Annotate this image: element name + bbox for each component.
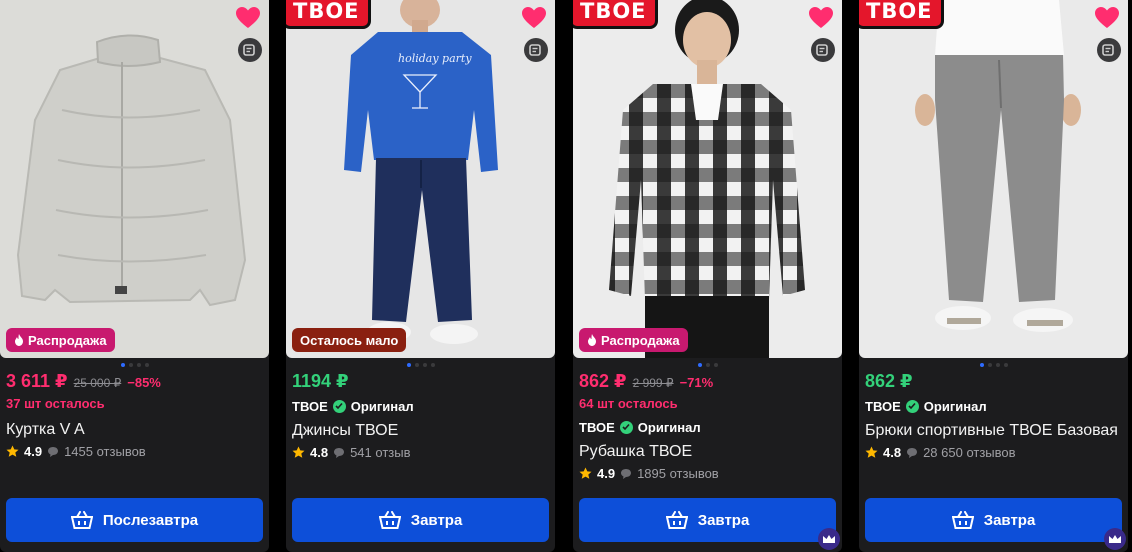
- star-icon: [292, 446, 305, 458]
- star-icon: [579, 467, 592, 479]
- rating-score: 4.8: [883, 445, 902, 460]
- brand-name[interactable]: ТВОЕ: [865, 399, 901, 414]
- photo-pagination: [573, 363, 842, 367]
- basket-icon: [70, 511, 93, 529]
- basket-icon: [951, 511, 974, 529]
- product-photo[interactable]: ТВОЕ Распродажа: [573, 0, 842, 358]
- product-info: 862 ₽ 2 999 ₽ −71% 64 шт осталось ТВОЕ О…: [579, 371, 836, 481]
- photo-pagination: [286, 363, 555, 367]
- rating-row: 4.8 541 отзыв: [292, 445, 549, 460]
- buy-button[interactable]: Завтра: [865, 498, 1122, 542]
- product-photo[interactable]: Распродажа: [0, 0, 269, 358]
- product-photo[interactable]: holiday party ТВОЕ Осталось мало: [286, 0, 555, 358]
- current-price: 1194 ₽: [292, 371, 349, 391]
- price-row: 1194 ₽: [292, 371, 549, 393]
- similar-search-icon[interactable]: [524, 38, 548, 62]
- reviews-count[interactable]: 541 отзыв: [350, 445, 410, 460]
- product-photo[interactable]: ТВОЕ: [859, 0, 1128, 358]
- original-label: Оригинал: [350, 398, 414, 414]
- rating-score: 4.9: [597, 466, 616, 481]
- product-title[interactable]: Джинсы ТВОЕ: [292, 419, 549, 442]
- favorite-heart-icon[interactable]: [808, 6, 834, 30]
- product-info: 1194 ₽ ТВОЕ Оригинал Джинсы ТВОЕ 4.8 541…: [292, 371, 549, 460]
- star-icon: [6, 445, 19, 457]
- fire-icon: [587, 334, 597, 346]
- buy-button[interactable]: Послезавтра: [6, 498, 263, 542]
- basket-icon: [665, 511, 688, 529]
- current-price: 862 ₽: [865, 371, 913, 391]
- product-title[interactable]: Куртка V A: [6, 418, 263, 441]
- delivery-label: Завтра: [983, 511, 1036, 529]
- sale-badge: Распродажа: [6, 328, 115, 352]
- current-price: 3 611 ₽: [6, 371, 68, 391]
- similar-search-icon[interactable]: [1097, 38, 1121, 62]
- product-card[interactable]: ТВОЕ 862 ₽ ТВОЕ Оригинал Брюки спортивны…: [859, 0, 1128, 552]
- reviews-count[interactable]: 1455 отзывов: [64, 444, 146, 459]
- product-info: 862 ₽ ТВОЕ Оригинал Брюки спортивные ТВО…: [865, 371, 1122, 460]
- rating-row: 4.8 28 650 отзывов: [865, 445, 1122, 460]
- brand-name[interactable]: ТВОЕ: [579, 420, 615, 435]
- product-card[interactable]: holiday party ТВОЕ Осталось мало 1194 ₽ …: [286, 0, 555, 552]
- brand-tag: ТВОЕ: [859, 0, 944, 29]
- rating-score: 4.9: [24, 444, 43, 459]
- price-row: 862 ₽ 2 999 ₽ −71%: [579, 371, 836, 393]
- chat-bubble-icon: [621, 468, 632, 479]
- chat-bubble-icon: [334, 447, 345, 458]
- favorite-heart-icon[interactable]: [235, 6, 261, 30]
- delivery-label: Послезавтра: [102, 511, 199, 529]
- crown-icon: [818, 528, 840, 550]
- brand-original-row: ТВОЕ Оригинал: [865, 397, 1122, 415]
- fire-icon: [14, 334, 24, 346]
- star-icon: [865, 446, 878, 458]
- crown-icon: [1104, 528, 1126, 550]
- original-label: Оригинал: [637, 419, 701, 435]
- original-label: Оригинал: [923, 398, 987, 414]
- product-title[interactable]: Брюки спортивные ТВОЕ Базовая: [865, 419, 1122, 442]
- product-info: 3 611 ₽ 25 000 ₽ −85% 37 шт осталось Кур…: [6, 371, 263, 459]
- brand-original-row: ТВОЕ Оригинал: [579, 418, 836, 436]
- discount: −71%: [679, 375, 714, 390]
- product-card[interactable]: Распродажа 3 611 ₽ 25 000 ₽ −85% 37 шт о…: [0, 0, 269, 552]
- stock-left: 37 шт осталось: [6, 396, 105, 411]
- price-row: 3 611 ₽ 25 000 ₽ −85%: [6, 371, 263, 393]
- chat-bubble-icon: [907, 447, 918, 458]
- check-icon: [905, 399, 919, 413]
- favorite-heart-icon[interactable]: [521, 6, 547, 30]
- buy-button[interactable]: Завтра: [292, 498, 549, 542]
- reviews-count[interactable]: 28 650 отзывов: [923, 445, 1015, 460]
- similar-search-icon[interactable]: [238, 38, 262, 62]
- price-row: 862 ₽: [865, 371, 1122, 393]
- delivery-label: Завтра: [410, 511, 463, 529]
- product-title[interactable]: Рубашка ТВОЕ: [579, 440, 836, 463]
- discount: −85%: [127, 375, 161, 390]
- sale-badge: Распродажа: [579, 328, 688, 352]
- basket-icon: [378, 511, 401, 529]
- buy-button[interactable]: Завтра: [579, 498, 836, 542]
- product-grid: Распродажа 3 611 ₽ 25 000 ₽ −85% 37 шт о…: [0, 0, 1132, 552]
- chat-bubble-icon: [48, 446, 59, 457]
- photo-pagination: [0, 363, 269, 367]
- brand-name[interactable]: ТВОЕ: [292, 399, 328, 414]
- rating-row: 4.9 1455 отзывов: [6, 444, 263, 459]
- check-icon: [619, 420, 633, 434]
- rating-score: 4.8: [310, 445, 329, 460]
- favorite-heart-icon[interactable]: [1094, 6, 1120, 30]
- low-stock-badge: Осталось мало: [292, 328, 407, 352]
- old-price: 25 000 ₽: [73, 376, 122, 390]
- product-card[interactable]: ТВОЕ Распродажа 862 ₽ 2 999 ₽ −71% 64 шт…: [573, 0, 842, 552]
- delivery-label: Завтра: [697, 511, 750, 529]
- brand-tag: ТВОЕ: [286, 0, 371, 29]
- rating-row: 4.9 1895 отзывов: [579, 466, 836, 481]
- brand-original-row: ТВОЕ Оригинал: [292, 397, 549, 415]
- stock-left: 64 шт осталось: [579, 396, 678, 411]
- similar-search-icon[interactable]: [811, 38, 835, 62]
- check-icon: [332, 399, 346, 413]
- old-price: 2 999 ₽: [632, 376, 674, 390]
- photo-pagination: [859, 363, 1128, 367]
- svg-text:holiday party: holiday party: [398, 52, 472, 65]
- current-price: 862 ₽: [579, 371, 627, 391]
- brand-tag: ТВОЕ: [573, 0, 658, 29]
- reviews-count[interactable]: 1895 отзывов: [637, 466, 719, 481]
